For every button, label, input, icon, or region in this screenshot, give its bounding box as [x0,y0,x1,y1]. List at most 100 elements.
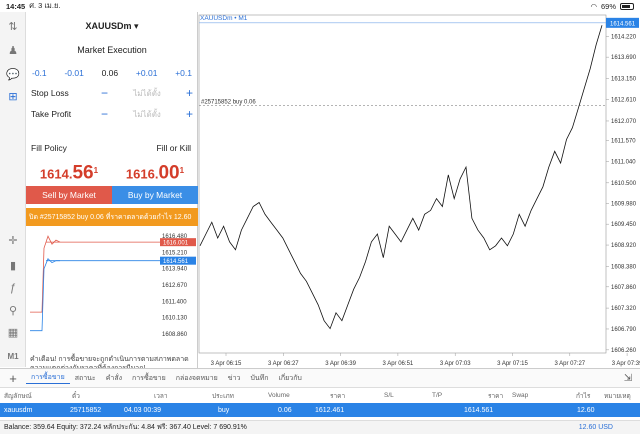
col-sl: S/L [384,392,394,399]
stop-loss-label: Stop Loss [31,88,69,98]
volume-value[interactable]: 0.06 [102,68,119,78]
col-tp: T/P [432,392,443,399]
current-price-label: 1614.561 [610,21,636,27]
take-profit-minus-button[interactable]: − [101,107,115,121]
total-profit: 12.60 USD [578,424,613,431]
fill-policy-row[interactable]: Fill Policy Fill or Kill [31,143,191,153]
take-profit-row: Take Profit − ไม่ได้ตั้ง + [31,107,193,121]
cell-type: buy [218,406,230,414]
status-time: 14:45 [6,1,26,11]
y-tick-label: 1610.500 [611,181,637,187]
chart-canvas[interactable]: 1614.220 1613.690 1613.150 1612.610 1612.070… [198,12,640,368]
close-notice: ปิด #25715852 buy 0.06 ที่ราคาตลาดด้วยกำ… [26,208,198,226]
tab-status[interactable]: สถานะ [70,373,101,384]
wifi-icon: ◠ [590,1,597,11]
y-tick-label: 1607.860 [611,285,637,291]
col-ticket: ตั๋ว [72,392,80,400]
buy-price: 1616.001 [125,162,185,184]
left-toolbar: ⇅ ♟ 💬 ⊞ ✛ ▮ ƒ ⚲ ▦ M1 [0,12,26,367]
fill-policy-label: Fill Policy [31,143,67,153]
y-tick-label: 1613.150 [611,76,637,82]
take-profit-plus-button[interactable]: + [179,107,193,121]
order-buttons: Sell by Market Buy by Market [26,186,198,204]
step-minus-01[interactable]: -0.1 [32,68,47,78]
add-icon[interactable]: + [0,371,26,386]
col-profit: กำไร [576,392,591,400]
cell-cur-price: 1614.561 [464,406,494,414]
x-tick-label: 3 Apr 06:15 [211,361,242,367]
terminal-tabs: + การซื้อขาย สถานะ คำสั่ง การซื้อขาย กล่… [0,368,640,388]
tab-mailbox[interactable]: กล่องจดหมาย [171,373,223,384]
take-profit-value[interactable]: ไม่ได้ตั้ง [115,108,179,121]
buy-by-market-button[interactable]: Buy by Market [112,186,198,204]
order-line-label: #25715852 buy 0.06 [201,100,256,106]
cell-price: 1612.461 [315,406,345,414]
x-tick-label: 3 Apr 06:27 [268,361,299,367]
step-plus-001[interactable]: +0.01 [136,68,158,78]
tab-about[interactable]: เกี่ยวกับ [274,373,307,384]
objects-icon[interactable]: ⚲ [4,302,22,318]
mini-y-label: 1615.210 [162,250,188,256]
y-tick-label: 1614.220 [611,34,637,40]
y-tick-label: 1611.040 [611,160,636,166]
step-plus-01[interactable]: +0.1 [175,68,192,78]
positions-header: สัญลักษณ์ ตั๋ว เวลา ประเภท Volume ราคา S… [0,389,640,402]
col-price: ราคา [330,392,346,400]
y-tick-label: 1611.570 [611,139,636,145]
status-bar: 14:45 ศ. 3 เม.ย. ◠ 69% [0,0,640,12]
price-quotes: 1614.561 1616.001 [26,157,198,185]
cell-ticket: 25715852 [70,406,102,414]
y-tick-label: 1607.320 [611,306,637,312]
position-row[interactable]: xauusdm 25715852 04.03 00:39 buy 0.06 16… [0,403,640,417]
stop-loss-minus-button[interactable]: − [101,86,115,100]
step-minus-001[interactable]: -0.01 [64,68,83,78]
stop-loss-plus-button[interactable]: + [179,86,193,100]
order-panel: XAUUSDm ▾ Market Execution -0.1 -0.01 0.… [26,12,198,372]
sell-price: 1614.561 [39,162,99,184]
chat-icon[interactable]: 💬 [4,66,22,82]
collapse-icon[interactable]: ⇲ [616,373,640,384]
symbol-selector[interactable]: XAUUSDm ▾ [26,21,198,32]
cell-time: 04.03 00:39 [124,406,161,414]
x-tick-label: 3 Apr 07:15 [497,361,528,367]
tab-orders[interactable]: คำสั่ง [101,373,127,384]
x-tick-label: 3 Apr 07:39 [612,361,640,367]
tab-trade[interactable]: การซื้อขาย [26,372,70,384]
timeframe-icon[interactable]: M1 [4,348,22,364]
tab-journal[interactable]: บันทึก [245,373,273,384]
tab-history[interactable]: การซื้อขาย [127,373,171,384]
users-icon[interactable]: ♟ [4,42,22,58]
x-tick-label: 3 Apr 07:03 [440,361,471,367]
chart-frame [198,14,607,354]
balance-bar: Balance: 359.64 Equity: 372.24 หลักประกั… [0,420,640,434]
quotes-icon[interactable]: ⇅ [4,18,22,34]
price-chart[interactable]: 1614.220 1613.690 1613.150 1612.610 1612.070… [198,12,640,368]
execution-type[interactable]: Market Execution [26,45,198,55]
x-tick-label: 3 Apr 06:51 [383,361,414,367]
y-tick-label: 1609.450 [611,222,637,228]
candles-icon[interactable]: ▮ [4,257,22,273]
new-order-icon[interactable]: ⊞ [4,88,22,104]
indicators-icon[interactable]: ƒ [4,280,22,296]
stop-loss-row: Stop Loss − ไม่ได้ตั้ง + [31,86,193,100]
mini-y-label: 1612.670 [162,283,188,289]
col-swap: Swap [512,392,529,399]
col-cur-price: ราคา [488,392,504,400]
battery-level: 69% [600,1,616,11]
take-profit-label: Take Profit [31,109,72,119]
y-tick-label: 1608.380 [611,264,637,270]
fill-policy-value[interactable]: Fill or Kill [157,143,191,153]
templates-icon[interactable]: ▦ [4,324,22,340]
mini-y-label: 1608.860 [162,332,188,338]
y-tick-label: 1606.790 [611,327,637,333]
col-volume: Volume [268,392,290,399]
y-tick-label: 1612.070 [611,119,637,125]
balance-text: Balance: 359.64 Equity: 372.24 หลักประกั… [4,424,247,431]
stop-loss-value[interactable]: ไม่ได้ตั้ง [115,87,179,100]
mini-y-label: 1611.400 [162,299,187,305]
sell-by-market-button[interactable]: Sell by Market [26,186,112,204]
mini-y-label: 1613.940 [162,267,188,273]
tab-news[interactable]: ข่าว [223,373,246,384]
mini-ask-series [30,235,61,313]
crosshair-icon[interactable]: ✛ [4,232,22,248]
